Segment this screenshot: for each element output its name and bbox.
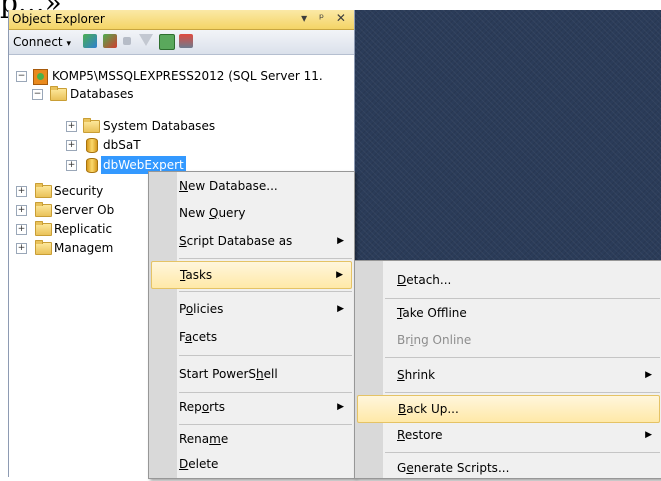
menu-item-new-database[interactable]: New Database... [151,173,352,199]
menu-separator [385,298,660,299]
panel-window-buttons[interactable]: ▾ ᵖ ✕ [301,11,350,25]
tree-node-system-databases[interactable]: + System Databases [9,117,354,135]
expand-icon[interactable]: + [16,205,27,216]
menu-item-facets[interactable]: Facets [151,324,352,350]
folder-icon [50,86,67,101]
folder-icon [35,202,52,217]
filter-icon[interactable] [139,34,153,46]
expand-icon[interactable]: + [66,121,77,132]
menu-item-start-powershell[interactable]: Start PowerShell [151,361,352,387]
tree-node-management[interactable]: + Managem [9,239,149,257]
panel-toolbar: Connect ▾ [9,30,354,55]
submenu-arrow-icon: ▶ [336,270,343,280]
expand-icon[interactable]: + [16,224,27,235]
menu-separator [179,291,352,292]
folder-icon [35,183,52,198]
dbsat-label: dbSaT [103,138,141,152]
connect-object-icon[interactable] [83,34,97,48]
menu-separator [385,392,660,393]
database-icon [86,138,98,153]
folder-icon [35,221,52,236]
menu-item-policies[interactable]: Policies ▶ [151,296,352,322]
tree-node-server-objects[interactable]: + Server Ob [9,201,149,219]
refresh-icon[interactable] [159,34,175,50]
stop-icon[interactable] [123,37,131,45]
menu-item-bring-online[interactable]: Bring Online [357,327,660,353]
replication-label: Replicatic [54,222,113,236]
menu-item-new-query[interactable]: New Query [151,200,352,226]
disconnect-icon[interactable] [103,34,117,48]
submenu-arrow-icon: ▶ [337,236,344,246]
server-icon [33,69,48,85]
menu-item-take-offline[interactable]: Take Offline [357,300,660,326]
database-icon [86,158,98,173]
system-databases-label: System Databases [103,119,216,133]
management-label: Managem [54,241,114,255]
submenu-arrow-icon: ▶ [645,430,652,440]
menu-separator [385,357,660,358]
menu-item-restore[interactable]: Restore ▶ [357,422,660,448]
database-context-menu: New Database... New Query Script Databas… [148,171,355,479]
expand-icon[interactable]: + [66,160,77,171]
menu-separator [179,424,352,425]
expand-icon[interactable]: + [66,140,77,151]
databases-label: Databases [70,87,134,101]
collapse-icon[interactable]: − [32,89,43,100]
menu-item-back-up[interactable]: Back Up... [357,395,660,423]
tree-node-replication[interactable]: + Replicatic [9,220,149,238]
activity-monitor-icon[interactable] [179,34,193,48]
menu-separator [179,392,352,393]
menu-item-reports[interactable]: Reports ▶ [151,394,352,420]
server-label: KOMP5\MSSQLEXPRESS2012 (SQL Server 11. [52,69,323,83]
server-objects-label: Server Ob [54,203,115,217]
menu-item-rename[interactable]: Rename [151,426,352,452]
menu-item-script-database-as[interactable]: Script Database as ▶ [151,228,352,254]
menu-separator [179,258,352,259]
connect-label: Connect [13,35,63,49]
folder-icon [83,118,100,133]
security-label: Security [54,184,104,198]
expand-icon[interactable]: + [16,243,27,254]
menu-item-detach[interactable]: Detach... [357,267,660,293]
menu-separator [385,452,660,453]
menu-item-delete[interactable]: Delete [151,451,352,477]
menu-item-tasks[interactable]: Tasks ▶ [151,261,352,289]
expand-icon[interactable]: + [16,186,27,197]
submenu-arrow-icon: ▶ [337,402,344,412]
tasks-submenu: Detach... Take Offline Bring Online Shri… [354,260,661,479]
menu-separator [179,355,352,356]
folder-icon [35,240,52,255]
menu-item-generate-scripts[interactable]: Generate Scripts... [357,455,660,481]
tree-node-server[interactable]: − KOMP5\MSSQLEXPRESS2012 (SQL Server 11. [9,67,354,85]
tree-node-databases[interactable]: − Databases [9,85,354,103]
tree-node-dbsat[interactable]: + dbSaT [9,136,354,154]
connect-button[interactable]: Connect ▾ [13,35,71,49]
submenu-arrow-icon: ▶ [645,370,652,380]
document-area [353,10,661,260]
menu-item-shrink[interactable]: Shrink ▶ [357,362,660,388]
tree-node-security[interactable]: + Security [9,182,149,200]
panel-title-bar: Object Explorer ▾ ᵖ ✕ [9,10,354,30]
chevron-down-icon: ▾ [66,39,71,49]
submenu-arrow-icon: ▶ [337,304,344,314]
collapse-icon[interactable]: − [16,71,27,82]
panel-title: Object Explorer [12,12,105,26]
